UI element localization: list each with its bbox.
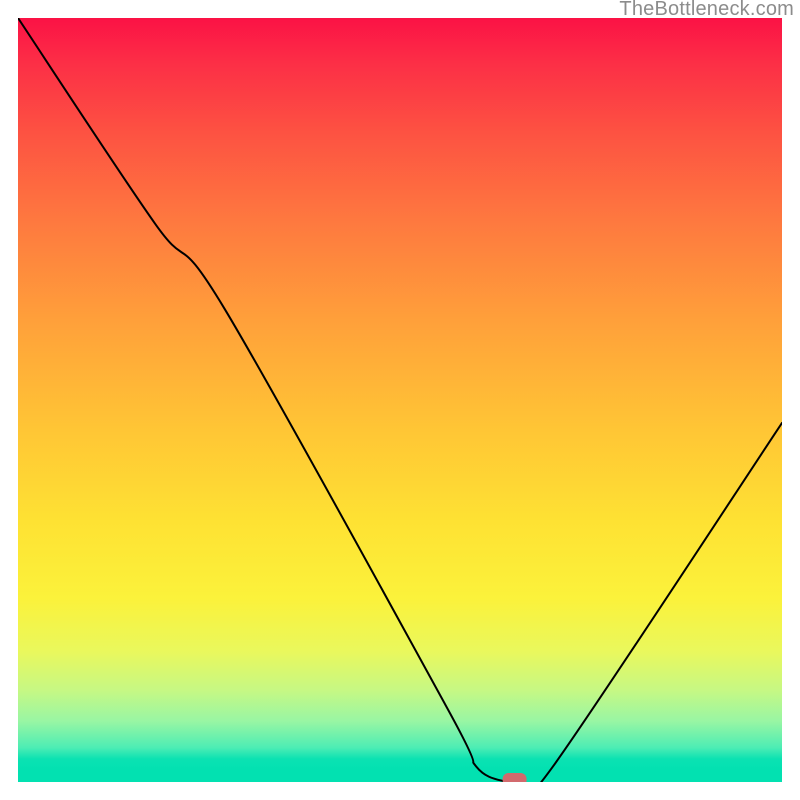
chart-container: TheBottleneck.com (0, 0, 800, 800)
curve-svg (18, 18, 782, 782)
bottleneck-curve (18, 18, 782, 782)
min-marker (503, 773, 527, 782)
plot-area (18, 18, 782, 782)
